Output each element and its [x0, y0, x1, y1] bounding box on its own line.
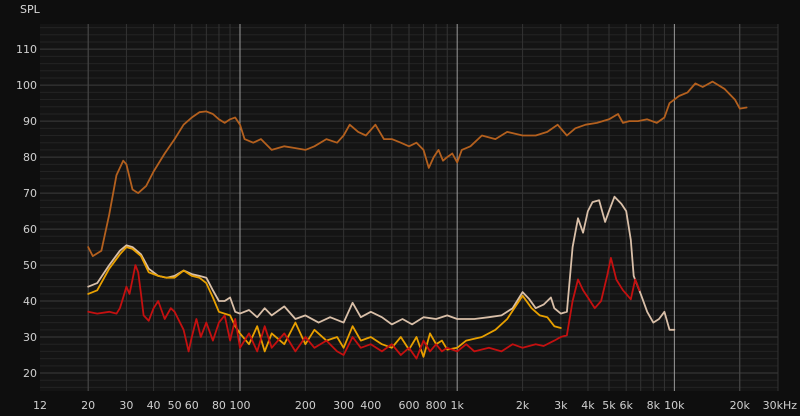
x-tick-label: 8k: [647, 399, 661, 412]
x-tick-label: 6k: [620, 399, 634, 412]
x-tick-label: 50: [168, 399, 182, 412]
y-tick-label: 100: [16, 79, 37, 92]
y-tick-label: 40: [23, 295, 37, 308]
y-tick-label: 110: [16, 43, 37, 56]
x-tick-label: 300: [333, 399, 354, 412]
x-tick-label: 200: [295, 399, 316, 412]
y-tick-label: 20: [23, 367, 37, 380]
x-tick-label: 3k: [554, 399, 568, 412]
y-axis-label: SPL: [20, 3, 41, 16]
x-tick-label: 800: [426, 399, 447, 412]
x-tick-label: 80: [212, 399, 226, 412]
x-tick-label: 400: [360, 399, 381, 412]
x-tick-label: 10k: [664, 399, 685, 412]
x-tick-label: 600: [399, 399, 420, 412]
x-tick-label: 2k: [516, 399, 530, 412]
y-tick-label: 60: [23, 223, 37, 236]
x-tick-label: 20: [81, 399, 95, 412]
x-tick-label: 1k: [450, 399, 464, 412]
x-tick-label: 40: [147, 399, 161, 412]
x-tick-label: 100: [229, 399, 250, 412]
spl-chart: 203040506070809010011012 20 30 40 50 60 80 100 2…: [0, 0, 800, 416]
x-tick-label: 4k: [581, 399, 595, 412]
y-tick-label: 30: [23, 331, 37, 344]
y-tick-label: 90: [23, 115, 37, 128]
x-tick-label: 30kHz: [763, 399, 798, 412]
y-tick-label: 50: [23, 259, 37, 272]
y-tick-label: 70: [23, 187, 37, 200]
x-tick-label: 5k: [602, 399, 616, 412]
x-tick-label: 60: [185, 399, 199, 412]
y-tick-label: 80: [23, 151, 37, 164]
x-tick-label: 20k: [730, 399, 751, 412]
x-tick-label: 12: [33, 399, 47, 412]
x-tick-label: 30: [119, 399, 133, 412]
